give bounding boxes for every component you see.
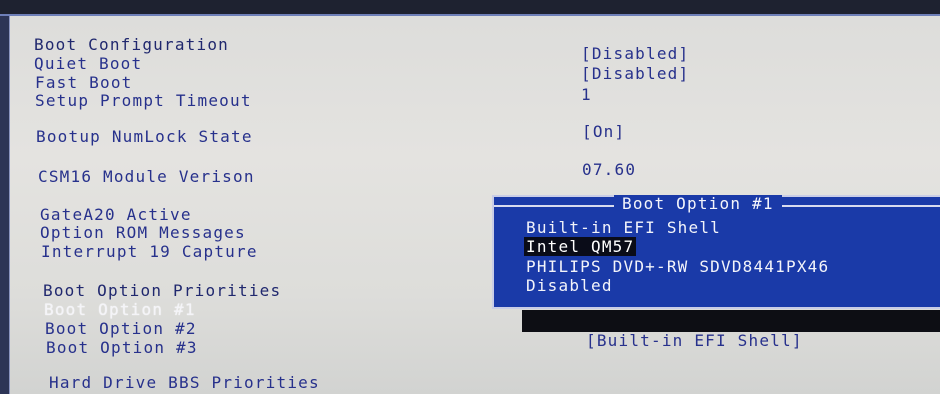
bootup-numlock-state-item[interactable]: Bootup NumLock State	[36, 128, 253, 146]
boot-configuration-heading: Boot Configuration	[34, 35, 229, 54]
boot-option-2-item[interactable]: Boot Option #2	[45, 320, 197, 338]
csm16-module-version-item: CSM16 Module Verison	[38, 167, 255, 186]
popup-title: Boot Option #1	[614, 195, 782, 213]
popup-shadow	[522, 310, 940, 332]
setup-prompt-timeout-item[interactable]: Setup Prompt Timeout	[35, 92, 252, 110]
popup-option-disabled[interactable]: Disabled	[524, 276, 615, 295]
boot-option-3-value[interactable]: [Built-in EFI Shell]	[586, 332, 803, 350]
boot-option-1-item[interactable]: Boot Option #1	[44, 301, 196, 319]
bios-top-bar	[0, 0, 940, 16]
csm16-module-version-value: 07.60	[582, 160, 637, 179]
boot-option-priorities-heading: Boot Option Priorities	[43, 281, 282, 300]
interrupt19-capture-item[interactable]: Interrupt 19 Capture	[41, 243, 258, 261]
hard-drive-bbs-priorities-item[interactable]: Hard Drive BBS Priorities	[49, 374, 320, 392]
boot-option-popup: Boot Option #1 Built-in EFI Shell Intel …	[492, 195, 940, 309]
bios-left-frame	[0, 16, 10, 394]
fast-boot-value[interactable]: [Disabled]	[581, 65, 689, 83]
popup-option-built-in-efi-shell[interactable]: Built-in EFI Shell	[524, 218, 723, 237]
gatea20-active-item[interactable]: GateA20 Active	[40, 206, 192, 224]
popup-option-intel-qm57[interactable]: Intel QM57	[524, 237, 637, 256]
quiet-boot-value[interactable]: [Disabled]	[581, 45, 689, 63]
quiet-boot-item[interactable]: Quiet Boot	[34, 55, 142, 73]
bootup-numlock-state-value[interactable]: [On]	[582, 123, 625, 141]
boot-option-3-item[interactable]: Boot Option #3	[46, 339, 198, 357]
option-rom-messages-item[interactable]: Option ROM Messages	[40, 224, 246, 242]
fast-boot-item[interactable]: Fast Boot	[35, 74, 133, 92]
bios-setup-screen: Boot Configuration Quiet Boot [Disabled]…	[0, 0, 940, 394]
popup-option-philips-dvd[interactable]: PHILIPS DVD+-RW SDVD8441PX46	[524, 257, 831, 276]
setup-prompt-timeout-value[interactable]: 1	[581, 86, 592, 104]
